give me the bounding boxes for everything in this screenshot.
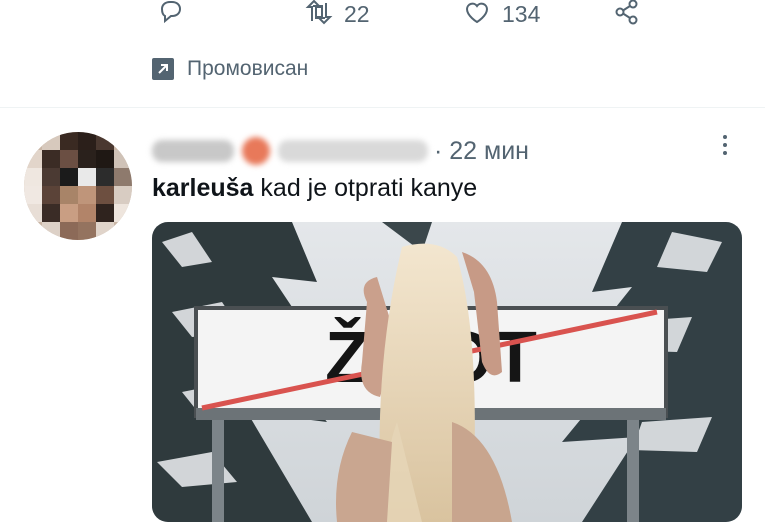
tweet-divider (0, 107, 765, 108)
peach-emoji-icon (242, 137, 270, 165)
retweet-button[interactable]: 22 (304, 0, 370, 28)
tweet-timestamp[interactable]: · 22 мин (434, 137, 529, 166)
tweet-text: karleuša kad je otprati kanye (152, 174, 477, 203)
share-button[interactable] (612, 0, 642, 28)
tweet-text-bold: karleuša (152, 174, 254, 202)
author-handle-redacted[interactable] (278, 140, 428, 162)
avatar[interactable] (24, 132, 132, 240)
reply-button[interactable] (156, 0, 186, 28)
promoted-text: Промовисан (187, 57, 309, 80)
author-name-redacted[interactable] (152, 140, 234, 162)
tweet-action-bar: 22 134 (0, 0, 765, 30)
tweet-media-image[interactable]: ŽIVOT (152, 222, 742, 522)
like-button[interactable]: 134 (462, 0, 540, 28)
share-icon (612, 0, 642, 32)
retweet-icon (304, 0, 334, 32)
more-options-icon[interactable] (710, 130, 740, 160)
reply-icon (156, 0, 186, 32)
media-photo: ŽIVOT (152, 222, 742, 522)
promoted-icon (152, 58, 174, 80)
heart-icon (462, 0, 492, 32)
tweet-author-row: · 22 мин (152, 135, 529, 167)
tweet-text-rest: kad je otprati kanye (253, 174, 478, 202)
retweet-count: 22 (344, 0, 370, 27)
promoted-label[interactable]: Промовисан (152, 56, 308, 82)
like-count: 134 (502, 0, 541, 27)
